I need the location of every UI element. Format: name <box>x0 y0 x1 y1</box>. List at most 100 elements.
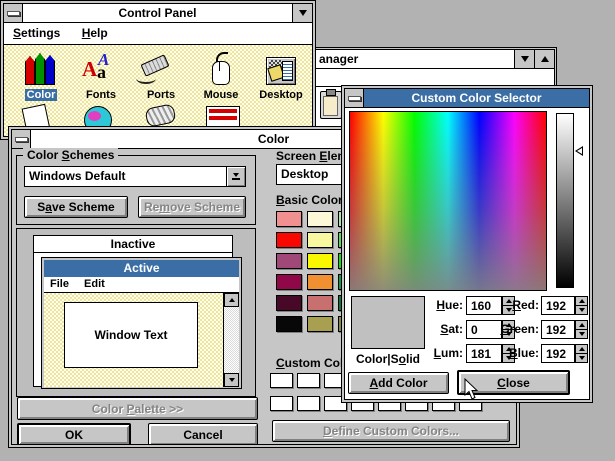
save-scheme-label: Save Scheme <box>37 200 114 214</box>
selector-client: Color|Solid Hue: 160 Sat: 0 Lum: 181 Red… <box>345 108 589 399</box>
basic-color-swatch[interactable] <box>307 295 333 311</box>
basic-color-swatch[interactable] <box>276 295 302 311</box>
custom-color-swatch[interactable] <box>270 373 293 388</box>
icon-fonts[interactable]: A A a Fonts <box>72 49 130 101</box>
red-label: Red: <box>497 296 539 315</box>
chevron-down-icon[interactable] <box>226 167 245 186</box>
icon-ports[interactable]: Ports <box>132 49 190 101</box>
preview-active-title[interactable]: Active <box>44 260 239 277</box>
preview-menu-file[interactable]: File <box>50 278 69 290</box>
basic-color-swatch[interactable] <box>276 232 302 248</box>
icon-label: Mouse <box>202 89 241 101</box>
scroll-up-icon[interactable] <box>224 293 239 307</box>
hue-label: Hue: <box>427 296 463 315</box>
red-input[interactable]: 192 <box>541 296 575 315</box>
system-menu-icon[interactable] <box>12 130 31 148</box>
preview-inactive-title[interactable]: Inactive <box>34 236 232 253</box>
maximize-button[interactable] <box>534 50 554 68</box>
basic-color-swatch[interactable] <box>307 316 333 332</box>
basic-color-swatch[interactable] <box>276 253 302 269</box>
basic-color-swatch[interactable] <box>276 211 302 227</box>
partial-coil-icon[interactable] <box>144 103 176 128</box>
hue-saturation-field[interactable] <box>349 111 547 291</box>
green-input[interactable]: 192 <box>541 320 575 339</box>
define-custom-colors-label: Define Custom Colors... <box>323 424 459 438</box>
custom-color-selector-dialog: Custom Color Selector Color|Solid Hue: 1… <box>341 85 593 403</box>
icon-label: Color <box>25 89 58 101</box>
system-menu-icon[interactable] <box>345 89 364 107</box>
selector-title: Custom Color Selector <box>364 89 589 107</box>
basic-color-swatch[interactable] <box>276 316 302 332</box>
scheme-combobox[interactable]: Windows Default <box>24 166 246 187</box>
menu-settings[interactable]: Settings <box>4 23 69 43</box>
control-panel-title: Control Panel <box>23 4 292 22</box>
scroll-down-icon[interactable] <box>224 373 239 387</box>
scheme-value: Windows Default <box>25 167 226 186</box>
icon-label: Desktop <box>257 89 304 101</box>
control-panel-menubar: Settings Help <box>4 23 312 45</box>
red-stepper[interactable] <box>575 296 588 315</box>
custom-color-swatch[interactable] <box>270 396 293 411</box>
add-color-button[interactable]: Add Color <box>348 372 449 394</box>
program-manager-titlebar[interactable]: anager <box>306 50 554 69</box>
preview-scrollbar[interactable] <box>223 293 239 387</box>
color-solid-preview <box>351 296 425 349</box>
cancel-button[interactable]: Cancel <box>148 423 258 445</box>
crayons-icon <box>12 49 70 87</box>
luminosity-marker-icon[interactable] <box>575 146 583 156</box>
mouse-icon <box>192 49 250 87</box>
desktop: anager Control Panel Settings Help <box>0 0 615 461</box>
color-solid-label[interactable]: Color|Solid <box>345 352 431 366</box>
preview-window-text-box[interactable]: Window Text <box>64 302 198 368</box>
blue-stepper[interactable] <box>575 344 588 363</box>
preview-active-window[interactable]: Active File Edit Window Text <box>41 257 242 389</box>
mouse-cursor-icon <box>464 378 479 404</box>
basic-color-swatch[interactable] <box>276 274 302 290</box>
control-panel-titlebar[interactable]: Control Panel <box>4 4 312 23</box>
fonts-icon: A A a <box>72 49 130 87</box>
preview-window-text: Window Text <box>95 328 168 342</box>
icon-mouse[interactable]: Mouse <box>192 49 250 101</box>
control-panel-client: Color A A a Fonts Ports <box>4 45 312 136</box>
preview-menu-bar[interactable]: File Edit <box>44 277 239 293</box>
basic-color-swatch[interactable] <box>307 211 333 227</box>
basic-color-swatch[interactable] <box>307 253 333 269</box>
control-panel-window: Control Panel Settings Help Color <box>0 0 316 140</box>
system-menu-icon[interactable] <box>4 4 23 22</box>
define-custom-colors-button: Define Custom Colors... <box>272 420 510 442</box>
green-stepper[interactable] <box>575 320 588 339</box>
preview-menu-edit[interactable]: Edit <box>84 278 105 290</box>
remove-scheme-label: Remove Scheme <box>144 200 240 214</box>
icon-label: Ports <box>145 89 177 101</box>
desktop-icon <box>252 49 310 87</box>
lum-label: Lum: <box>427 344 463 363</box>
icon-label: Fonts <box>84 89 118 101</box>
blue-label: Blue: <box>497 344 539 363</box>
cancel-label: Cancel <box>183 428 222 442</box>
minimize-button[interactable] <box>514 50 534 68</box>
save-scheme-button[interactable]: Save Scheme <box>24 196 128 218</box>
ok-button[interactable]: OK <box>17 423 131 445</box>
icon-desktop[interactable]: Desktop <box>252 49 310 101</box>
custom-color-swatch[interactable] <box>297 396 320 411</box>
screen-element-value: Desktop <box>277 165 346 184</box>
minimize-button[interactable] <box>292 4 312 22</box>
icon-color[interactable]: Color <box>12 49 70 101</box>
program-manager-title: anager <box>306 50 514 68</box>
blue-input[interactable]: 192 <box>541 344 575 363</box>
color-palette-label: Color Palette >> <box>92 402 183 416</box>
basic-color-swatch[interactable] <box>307 274 333 290</box>
preview-window-background[interactable]: Window Text <box>44 293 239 387</box>
color-schemes-label: Color Schemes <box>23 148 118 162</box>
clipboard-icon[interactable] <box>320 91 342 119</box>
custom-color-swatch[interactable] <box>297 373 320 388</box>
selector-titlebar[interactable]: Custom Color Selector <box>345 89 589 108</box>
menu-help[interactable]: Help <box>73 23 117 43</box>
color-palette-button: Color Palette >> <box>17 397 258 420</box>
scheme-preview[interactable]: Inactive Active File Edit Window Text <box>16 228 256 397</box>
ok-label: OK <box>65 428 83 442</box>
ports-icon <box>132 49 190 87</box>
luminosity-bar[interactable] <box>556 113 574 288</box>
sat-label: Sat: <box>427 320 463 339</box>
basic-color-swatch[interactable] <box>307 232 333 248</box>
